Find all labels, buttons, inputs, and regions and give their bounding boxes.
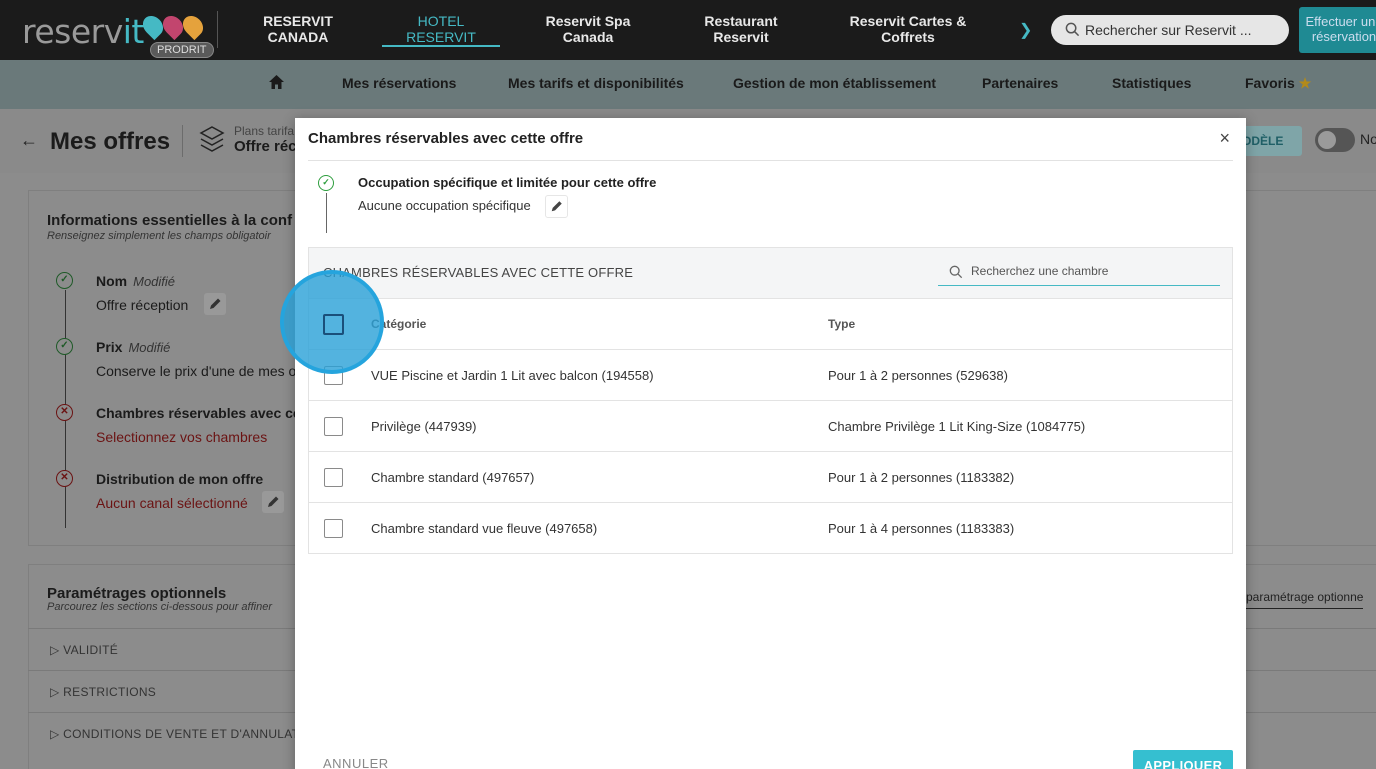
row-checkbox[interactable] xyxy=(324,468,343,487)
cell-category: Privilège (447939) xyxy=(371,419,477,434)
global-search-placeholder: Rechercher sur Reservit ... xyxy=(1085,22,1252,38)
star-icon: ★ xyxy=(1298,75,1312,91)
occupancy-title: Occupation spécifique et limitée pour ce… xyxy=(358,175,657,190)
chevron-right-icon[interactable]: ❯ xyxy=(1019,20,1032,40)
step-label-prix: Prix Modifié xyxy=(96,339,171,355)
cell-category: Chambre standard vue fleuve (497658) xyxy=(371,521,598,536)
triangle-right-icon: ▷ xyxy=(50,643,64,657)
topnav-cartes-coffrets[interactable]: Reservit Cartes & Coffrets xyxy=(838,13,978,45)
modal-title: Chambres réservables avec cette offre xyxy=(308,130,584,147)
table-row[interactable]: VUE Piscine et Jardin 1 Lit avec balcon … xyxy=(309,350,1232,401)
page-title: Mes offres xyxy=(50,128,171,155)
optional-subtitle: Parcourez les sections ci-dessous pour a… xyxy=(47,601,272,613)
step-label-distribution: Distribution de mon offre xyxy=(96,471,264,487)
cell-type: Pour 1 à 4 personnes (1183383) xyxy=(828,521,1015,536)
cell-type: Chambre Privilège 1 Lit King-Size (10847… xyxy=(828,419,1086,434)
error-circle-icon: ✕ xyxy=(56,404,73,421)
accordion-restrictions[interactable]: ▷ RESTRICTIONS xyxy=(50,685,156,699)
step-label-chambres: Chambres réservables avec cet xyxy=(96,405,306,421)
occupancy-value: Aucune occupation spécifique xyxy=(358,198,531,213)
global-search-input[interactable]: Rechercher sur Reservit ... xyxy=(1051,15,1289,45)
subnav-tarifs-disponibilites[interactable]: Mes tarifs et disponibilités xyxy=(508,75,684,91)
column-header-type[interactable]: Type xyxy=(828,317,855,331)
step-value-distribution: Aucun canal sélectionné xyxy=(96,495,248,511)
room-search-input[interactable] xyxy=(971,264,1211,278)
subnav-partenaires[interactable]: Partenaires xyxy=(982,75,1058,91)
click-highlight xyxy=(280,270,384,374)
essentials-title: Informations essentielles à la conf xyxy=(47,212,293,229)
subnav-mes-reservations[interactable]: Mes réservations xyxy=(342,75,456,91)
timeline-line xyxy=(326,193,327,233)
divider xyxy=(182,125,183,157)
accordion-validite[interactable]: ▷ VALIDITÉ xyxy=(50,643,118,657)
check-circle-icon: ✓ xyxy=(56,338,73,355)
cell-category: VUE Piscine et Jardin 1 Lit avec balcon … xyxy=(371,368,654,383)
cancel-button[interactable]: ANNULER xyxy=(323,756,389,769)
optional-settings-link[interactable]: paramétrage optionne xyxy=(1246,590,1364,609)
breadcrumb-value: Offre réc xyxy=(234,138,297,155)
breadcrumb-label: Plans tarifa xyxy=(234,124,295,138)
topnav-reservit-canada[interactable]: RESERVIT CANADA xyxy=(258,13,338,45)
rooms-modal: Chambres réservables avec cette offre × … xyxy=(295,118,1246,769)
toggle-switch[interactable] xyxy=(1315,128,1355,152)
check-circle-icon: ✓ xyxy=(318,175,334,191)
home-icon[interactable] xyxy=(268,74,285,90)
search-icon xyxy=(949,265,963,279)
divider xyxy=(308,160,1233,161)
table-heading: CHAMBRES RÉSERVABLES AVEC CETTE OFFRE xyxy=(323,265,634,280)
topnav-hotel-reservit[interactable]: HOTEL RESERVIT xyxy=(382,13,500,47)
row-checkbox[interactable] xyxy=(324,519,343,538)
error-circle-icon: ✕ xyxy=(56,470,73,487)
accordion-conditions[interactable]: ▷ CONDITIONS DE VENTE ET D'ANNULAT xyxy=(50,727,299,741)
edit-pencil-icon[interactable] xyxy=(545,195,568,218)
top-bar: reservit PRODRIT RESERVIT CANADA HOTEL R… xyxy=(0,0,1376,60)
close-icon[interactable]: × xyxy=(1219,128,1230,149)
toggle-label: No xyxy=(1360,131,1376,147)
toggle-knob xyxy=(1318,131,1336,149)
cell-category: Chambre standard (497657) xyxy=(371,470,535,485)
topnav-spa-canada[interactable]: Reservit Spa Canada xyxy=(538,13,638,45)
step-value-prix: Conserve le prix d'une de mes of xyxy=(96,363,301,379)
table-row[interactable]: Privilège (447939) Chambre Privilège 1 L… xyxy=(309,401,1232,452)
make-reservation-button[interactable]: Effectuer une réservation xyxy=(1299,7,1376,53)
table-header-row: Catégorie Type xyxy=(309,299,1232,350)
table-toolbar: CHAMBRES RÉSERVABLES AVEC CETTE OFFRE xyxy=(309,248,1232,299)
logo-pins-icon xyxy=(138,11,222,43)
subnav-gestion-etablissement[interactable]: Gestion de mon établissement xyxy=(733,75,936,91)
step-value-nom: Offre réception xyxy=(96,297,189,313)
secondary-nav: Mes réservations Mes tarifs et disponibi… xyxy=(0,60,1376,109)
subnav-statistiques[interactable]: Statistiques xyxy=(1112,75,1191,91)
logo-text: reservit xyxy=(22,12,144,51)
layers-icon xyxy=(199,126,225,152)
essentials-subtitle: Renseignez simplement les champs obligat… xyxy=(47,230,271,242)
row-checkbox[interactable] xyxy=(324,417,343,436)
search-icon xyxy=(1065,22,1080,37)
step-label-nom: Nom Modifié xyxy=(96,273,176,289)
table-row[interactable]: Chambre standard (497657) Pour 1 à 2 per… xyxy=(309,452,1232,503)
topnav-restaurant[interactable]: Restaurant Reservit xyxy=(695,13,787,45)
edit-pencil-icon[interactable] xyxy=(262,491,284,513)
step-value-chambres: Selectionnez vos chambres xyxy=(96,429,268,445)
check-circle-icon: ✓ xyxy=(56,272,73,289)
table-row[interactable]: Chambre standard vue fleuve (497658) Pou… xyxy=(309,503,1232,554)
subnav-favoris[interactable]: Favoris ★ xyxy=(1245,75,1311,92)
optional-title: Paramétrages optionnels xyxy=(47,585,227,602)
cell-type: Pour 1 à 2 personnes (529638) xyxy=(828,368,1008,383)
back-arrow-icon[interactable]: ← xyxy=(20,130,38,151)
room-search-field[interactable] xyxy=(938,261,1220,286)
triangle-right-icon: ▷ xyxy=(50,685,64,699)
apply-button[interactable]: APPLIQUER xyxy=(1133,750,1233,769)
rooms-table: CHAMBRES RÉSERVABLES AVEC CETTE OFFRE Ca… xyxy=(308,247,1233,554)
highlighted-checkbox xyxy=(323,314,344,335)
env-badge: PRODRIT xyxy=(150,42,214,58)
cell-type: Pour 1 à 2 personnes (1183382) xyxy=(828,470,1015,485)
triangle-right-icon: ▷ xyxy=(50,727,64,741)
edit-pencil-icon[interactable] xyxy=(204,293,226,315)
divider xyxy=(217,11,218,48)
